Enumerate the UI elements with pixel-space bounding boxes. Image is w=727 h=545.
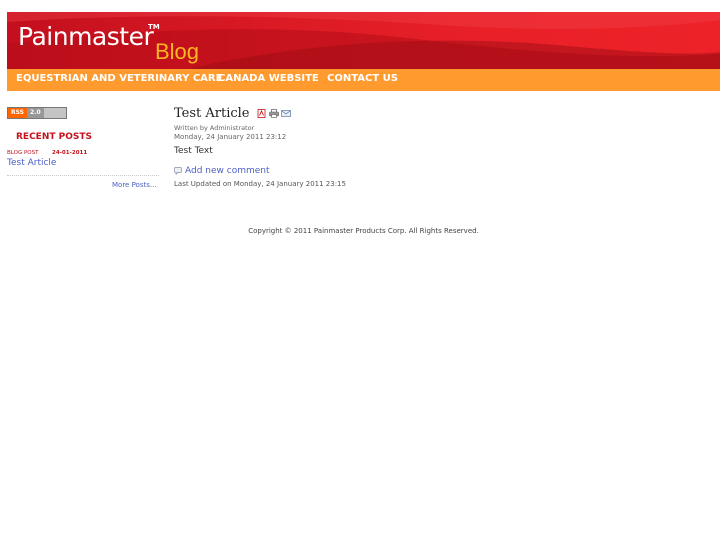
recent-post-link[interactable]: Test Article bbox=[7, 158, 56, 168]
more-posts-link[interactable]: More Posts... bbox=[112, 181, 157, 189]
recent-posts-heading: RECENT POSTS bbox=[16, 132, 92, 142]
footer-copyright: Copyright © 2011 Painmaster Products Cor… bbox=[248, 227, 479, 235]
article-body: Test Text bbox=[174, 146, 213, 156]
article-date: Monday, 24 January 2011 23:12 bbox=[174, 133, 287, 141]
logo-trademark: TM bbox=[148, 23, 160, 31]
post-date: 24-01-2011 bbox=[52, 150, 88, 156]
logo-wordmark[interactable]: Painmaster bbox=[18, 22, 154, 51]
article-actions bbox=[257, 109, 291, 118]
print-icon[interactable] bbox=[269, 109, 279, 118]
nav-item-equestrian[interactable]: EQUESTRIAN AND VETERINARY CARE bbox=[16, 73, 222, 84]
add-comment-label[interactable]: Add new comment bbox=[185, 166, 270, 176]
main-navigation: EQUESTRIAN AND VETERINARY CARE CANADA WE… bbox=[7, 69, 720, 91]
nav-item-contact-us[interactable]: CONTACT US bbox=[327, 73, 398, 84]
sidebar-divider bbox=[7, 175, 159, 176]
comment-icon bbox=[174, 167, 182, 175]
last-updated: Last Updated on Monday, 24 January 2011 … bbox=[174, 180, 346, 188]
pdf-icon[interactable] bbox=[257, 109, 267, 118]
post-category: BLOG POST bbox=[7, 150, 39, 156]
article-author: Written by Administrator bbox=[174, 124, 255, 132]
rss-version: 2.0 bbox=[27, 108, 44, 118]
add-comment-link[interactable]: Add new comment bbox=[174, 166, 270, 176]
logo-blog-label[interactable]: Blog bbox=[155, 39, 199, 65]
email-icon[interactable] bbox=[281, 109, 291, 118]
site-header: Painmaster TM Blog bbox=[7, 12, 720, 69]
article-title[interactable]: Test Article bbox=[174, 106, 250, 121]
rss-label: RSS bbox=[8, 108, 27, 118]
nav-item-canada-website[interactable]: CANADA WEBSITE bbox=[218, 73, 319, 84]
rss-feed-badge[interactable]: RSS 2.0 bbox=[7, 107, 67, 119]
